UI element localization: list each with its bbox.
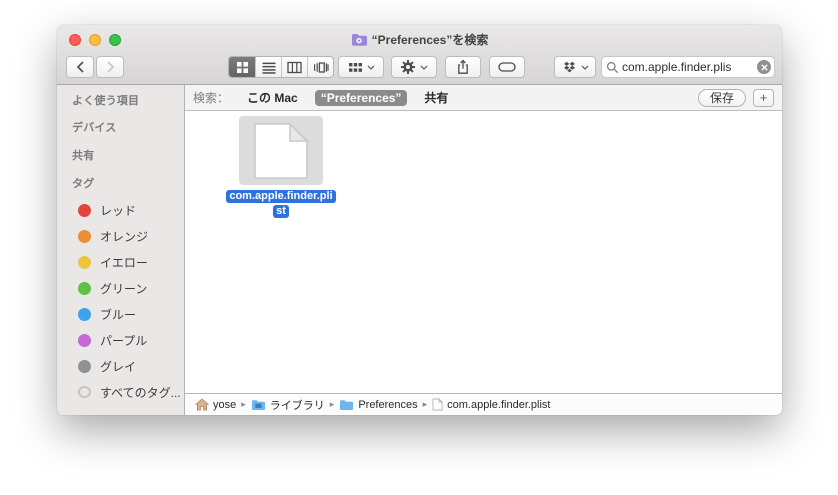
sidebar-item-tag-yellow[interactable]: イエロー (57, 249, 184, 275)
tag-label: イエロー (100, 255, 148, 270)
sidebar-section-favorites: よく使う項目 (72, 95, 140, 107)
search-input[interactable] (622, 60, 754, 74)
chevron-down-icon (420, 65, 428, 70)
file-name-line2: st (273, 205, 289, 218)
dropbox-icon (563, 61, 575, 73)
path-item-home[interactable]: yose (195, 398, 236, 411)
path-item-library[interactable]: ライブラリ (251, 397, 325, 413)
titlebar: “Preferences”を検索 (57, 29, 782, 49)
path-item-preferences[interactable]: Preferences (339, 398, 418, 411)
file-name: com.apple.finder.pli st (225, 188, 337, 218)
path-item-file[interactable]: com.apple.finder.plist (432, 398, 551, 411)
arrange-icon (348, 62, 362, 72)
save-search-button[interactable]: 保存 (697, 88, 746, 107)
search-scope-bar: 検索： この Mac “Preferences” 共有 保存 + (185, 85, 782, 111)
list-view-button[interactable] (255, 57, 281, 77)
green-tag-icon (78, 281, 91, 295)
path-label: yose (213, 398, 237, 411)
search-icon (606, 61, 619, 73)
sidebar-item-tag-orange[interactable]: オレンジ (57, 223, 184, 249)
coverflow-view-icon (313, 61, 329, 73)
back-button[interactable] (66, 56, 94, 78)
tag-label: レッド (100, 203, 137, 218)
library-folder-icon (251, 399, 265, 410)
sidebar-item-tag-purple[interactable]: パープル (57, 327, 184, 353)
window-header: “Preferences”を検索 (57, 25, 782, 85)
tag-label: オレンジ (100, 229, 149, 244)
share-icon (458, 59, 468, 74)
path-label: com.apple.finder.plist (447, 398, 551, 411)
purple-tag-icon (78, 333, 91, 347)
chevron-down-icon (367, 65, 374, 70)
sidebar: よく使う項目 デバイス 共有 タグ レッド オレンジ イエロー グリーン ブルー… (57, 85, 185, 415)
path-separator: ▸ (422, 399, 428, 409)
scope-this-mac[interactable]: この Mac (241, 88, 304, 107)
sidebar-item-tag-green[interactable]: グリーン (57, 275, 184, 301)
action-menu-button[interactable] (391, 56, 437, 78)
path-label: Preferences (358, 398, 418, 411)
path-separator: ▸ (329, 399, 335, 409)
forward-button[interactable] (96, 56, 124, 78)
home-icon (195, 398, 209, 411)
coverflow-view-button[interactable] (307, 57, 333, 77)
path-separator: ▸ (241, 399, 246, 409)
search-results-area[interactable]: com.apple.finder.pli st (185, 111, 782, 393)
tag-label: パープル (100, 333, 148, 348)
sidebar-section-shared: 共有 (72, 150, 95, 162)
file-item-selected[interactable]: com.apple.finder.pli st (225, 116, 337, 218)
scope-preferences-folder[interactable]: “Preferences” (314, 89, 408, 106)
share-button[interactable] (445, 56, 481, 78)
scope-shared[interactable]: 共有 (418, 88, 454, 107)
clear-search-icon[interactable] (757, 60, 771, 74)
view-mode-control (228, 56, 334, 78)
file-name-line1: com.apple.finder.pli (226, 190, 336, 203)
path-label: ライブラリ (269, 399, 325, 412)
window-title: “Preferences”を検索 (371, 32, 489, 47)
scope-label: 検索： (193, 91, 230, 105)
smart-folder-icon (351, 33, 367, 46)
sidebar-section-tags: タグ (72, 178, 95, 190)
column-view-button[interactable] (281, 57, 307, 77)
tag-label: すべてのタグ... (100, 385, 181, 400)
finder-window: “Preferences”を検索 com.apple.finder.plis よ… (57, 25, 782, 415)
sidebar-item-all-tags[interactable]: すべてのタグ... (57, 379, 184, 405)
sidebar-item-tag-gray[interactable]: グレイ (57, 353, 184, 379)
sidebar-section-devices: デバイス (72, 122, 117, 134)
grid-view-icon (236, 61, 248, 73)
dropbox-button[interactable] (554, 56, 596, 78)
red-tag-icon (78, 203, 91, 217)
blue-tag-icon (78, 307, 91, 321)
gear-icon (401, 60, 415, 74)
add-criteria-button[interactable]: + (753, 88, 774, 107)
list-view-icon (262, 62, 275, 74)
search-field[interactable] (601, 56, 775, 78)
tag-label: グリーン (100, 281, 148, 296)
icon-view-button[interactable] (229, 57, 255, 77)
tag-label: グレイ (100, 359, 137, 374)
arrange-button[interactable] (338, 56, 384, 78)
tag-label: ブルー (100, 307, 137, 322)
column-view-icon (287, 61, 302, 73)
gray-tag-icon (78, 359, 91, 373)
orange-tag-icon (78, 229, 91, 243)
document-icon (432, 398, 444, 411)
tag-icon (498, 62, 516, 72)
sidebar-item-tag-blue[interactable]: ブルー (57, 301, 184, 327)
yellow-tag-icon (78, 255, 91, 269)
path-bar: yose ▸ ライブラリ ▸ Preferences ▸ com.apple.f… (185, 393, 782, 415)
chevron-down-icon (581, 65, 588, 70)
file-icon-selection (239, 116, 323, 185)
toolbar (57, 54, 782, 80)
all-tags-icon (78, 386, 91, 398)
tag-button[interactable] (489, 56, 525, 78)
plist-document-icon (254, 121, 309, 179)
folder-icon (340, 399, 354, 410)
sidebar-item-tag-red[interactable]: レッド (57, 197, 184, 223)
